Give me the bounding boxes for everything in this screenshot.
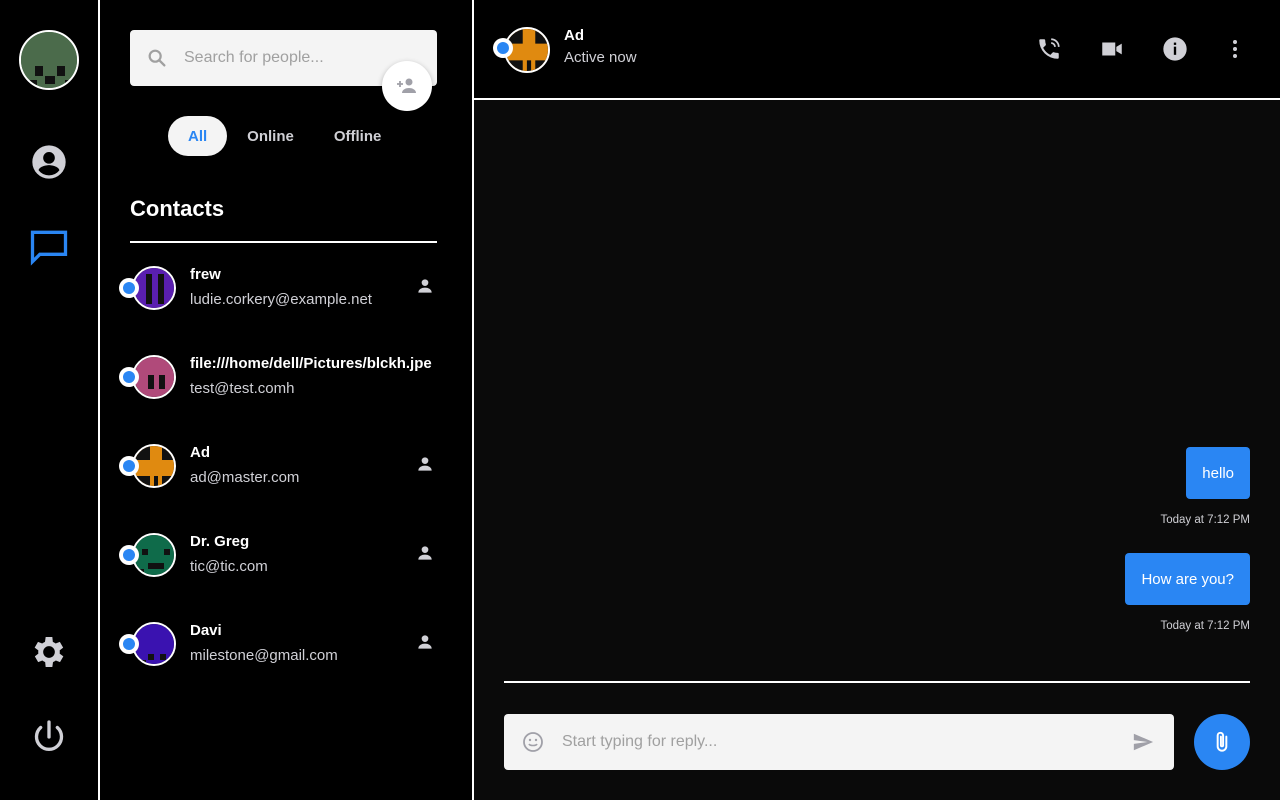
contact-email: ludie.corkery@example.net <box>190 291 372 308</box>
video-icon[interactable] <box>1097 34 1127 64</box>
contact-filter-tabs: All Online Offline <box>168 116 401 156</box>
divider <box>130 241 437 243</box>
contact-email: test@test.comh <box>190 380 295 397</box>
power-icon[interactable] <box>25 713 73 761</box>
contact-item[interactable]: file:///home/dell/Pictures/blckh.jpe tes… <box>100 355 472 435</box>
side-rail <box>0 0 100 800</box>
contact-name: Dr. Greg <box>190 533 250 550</box>
chat-contact-name: Ad <box>564 27 584 44</box>
contact-item[interactable]: Ad ad@master.com <box>100 444 472 524</box>
person-icon <box>418 279 432 293</box>
user-avatar[interactable] <box>19 30 79 90</box>
tab-all[interactable]: All <box>168 116 228 156</box>
chat-contact-status: Active now <box>564 49 637 66</box>
message-input[interactable] <box>562 733 1112 751</box>
paperclip-icon <box>1216 731 1228 752</box>
message-bubble: How are you? <box>1125 553 1250 605</box>
info-icon[interactable] <box>1160 34 1190 64</box>
contact-item[interactable]: frew ludie.corkery@example.net <box>100 266 472 346</box>
person-icon <box>418 635 432 649</box>
emoji-icon[interactable] <box>504 730 562 754</box>
online-indicator <box>119 456 139 476</box>
account-circle-icon[interactable] <box>25 138 73 186</box>
contact-name: frew <box>190 266 221 283</box>
contact-email: tic@tic.com <box>190 558 268 575</box>
moon-icon[interactable] <box>25 543 73 591</box>
contact-item[interactable]: Dr. Greg tic@tic.com <box>100 533 472 613</box>
contacts-panel: All Online Offline Contacts frew ludie.c… <box>100 0 474 800</box>
contact-email: ad@master.com <box>190 469 300 486</box>
person-icon <box>418 546 432 560</box>
message-timestamp: Today at 7:12 PM <box>1160 620 1251 632</box>
contact-name: file:///home/dell/Pictures/blckh.jpe <box>190 355 432 372</box>
attach-button[interactable] <box>1194 714 1250 770</box>
message-timestamp: Today at 7:12 PM <box>1160 514 1251 526</box>
phone-icon[interactable] <box>1034 34 1064 64</box>
tab-offline[interactable]: Offline <box>314 116 402 156</box>
contact-name: Davi <box>190 622 222 639</box>
person-add-icon <box>397 78 416 93</box>
divider <box>504 681 1250 683</box>
online-indicator <box>119 545 139 565</box>
tab-online[interactable]: Online <box>227 116 314 156</box>
message-bubble: hello <box>1186 447 1250 499</box>
online-indicator <box>119 634 139 654</box>
gear-icon[interactable] <box>25 628 73 676</box>
online-indicator <box>493 38 513 58</box>
chat-icon[interactable] <box>25 223 73 271</box>
compose-box <box>504 714 1174 770</box>
chat-panel: Ad Active now hello Today at 7:12 PM How… <box>474 0 1280 800</box>
contacts-heading: Contacts <box>130 196 225 221</box>
person-icon <box>418 457 432 471</box>
online-indicator <box>119 367 139 387</box>
more-vert-icon[interactable] <box>1220 34 1250 64</box>
search-input[interactable] <box>184 49 404 67</box>
add-contact-button[interactable] <box>382 61 432 111</box>
search-icon <box>130 47 184 69</box>
send-icon[interactable] <box>1112 731 1174 753</box>
contact-email: milestone@gmail.com <box>190 647 338 664</box>
contact-name: Ad <box>190 444 210 461</box>
online-indicator <box>119 278 139 298</box>
contact-item[interactable]: Davi milestone@gmail.com <box>100 622 472 702</box>
chat-header: Ad Active now <box>474 0 1280 100</box>
